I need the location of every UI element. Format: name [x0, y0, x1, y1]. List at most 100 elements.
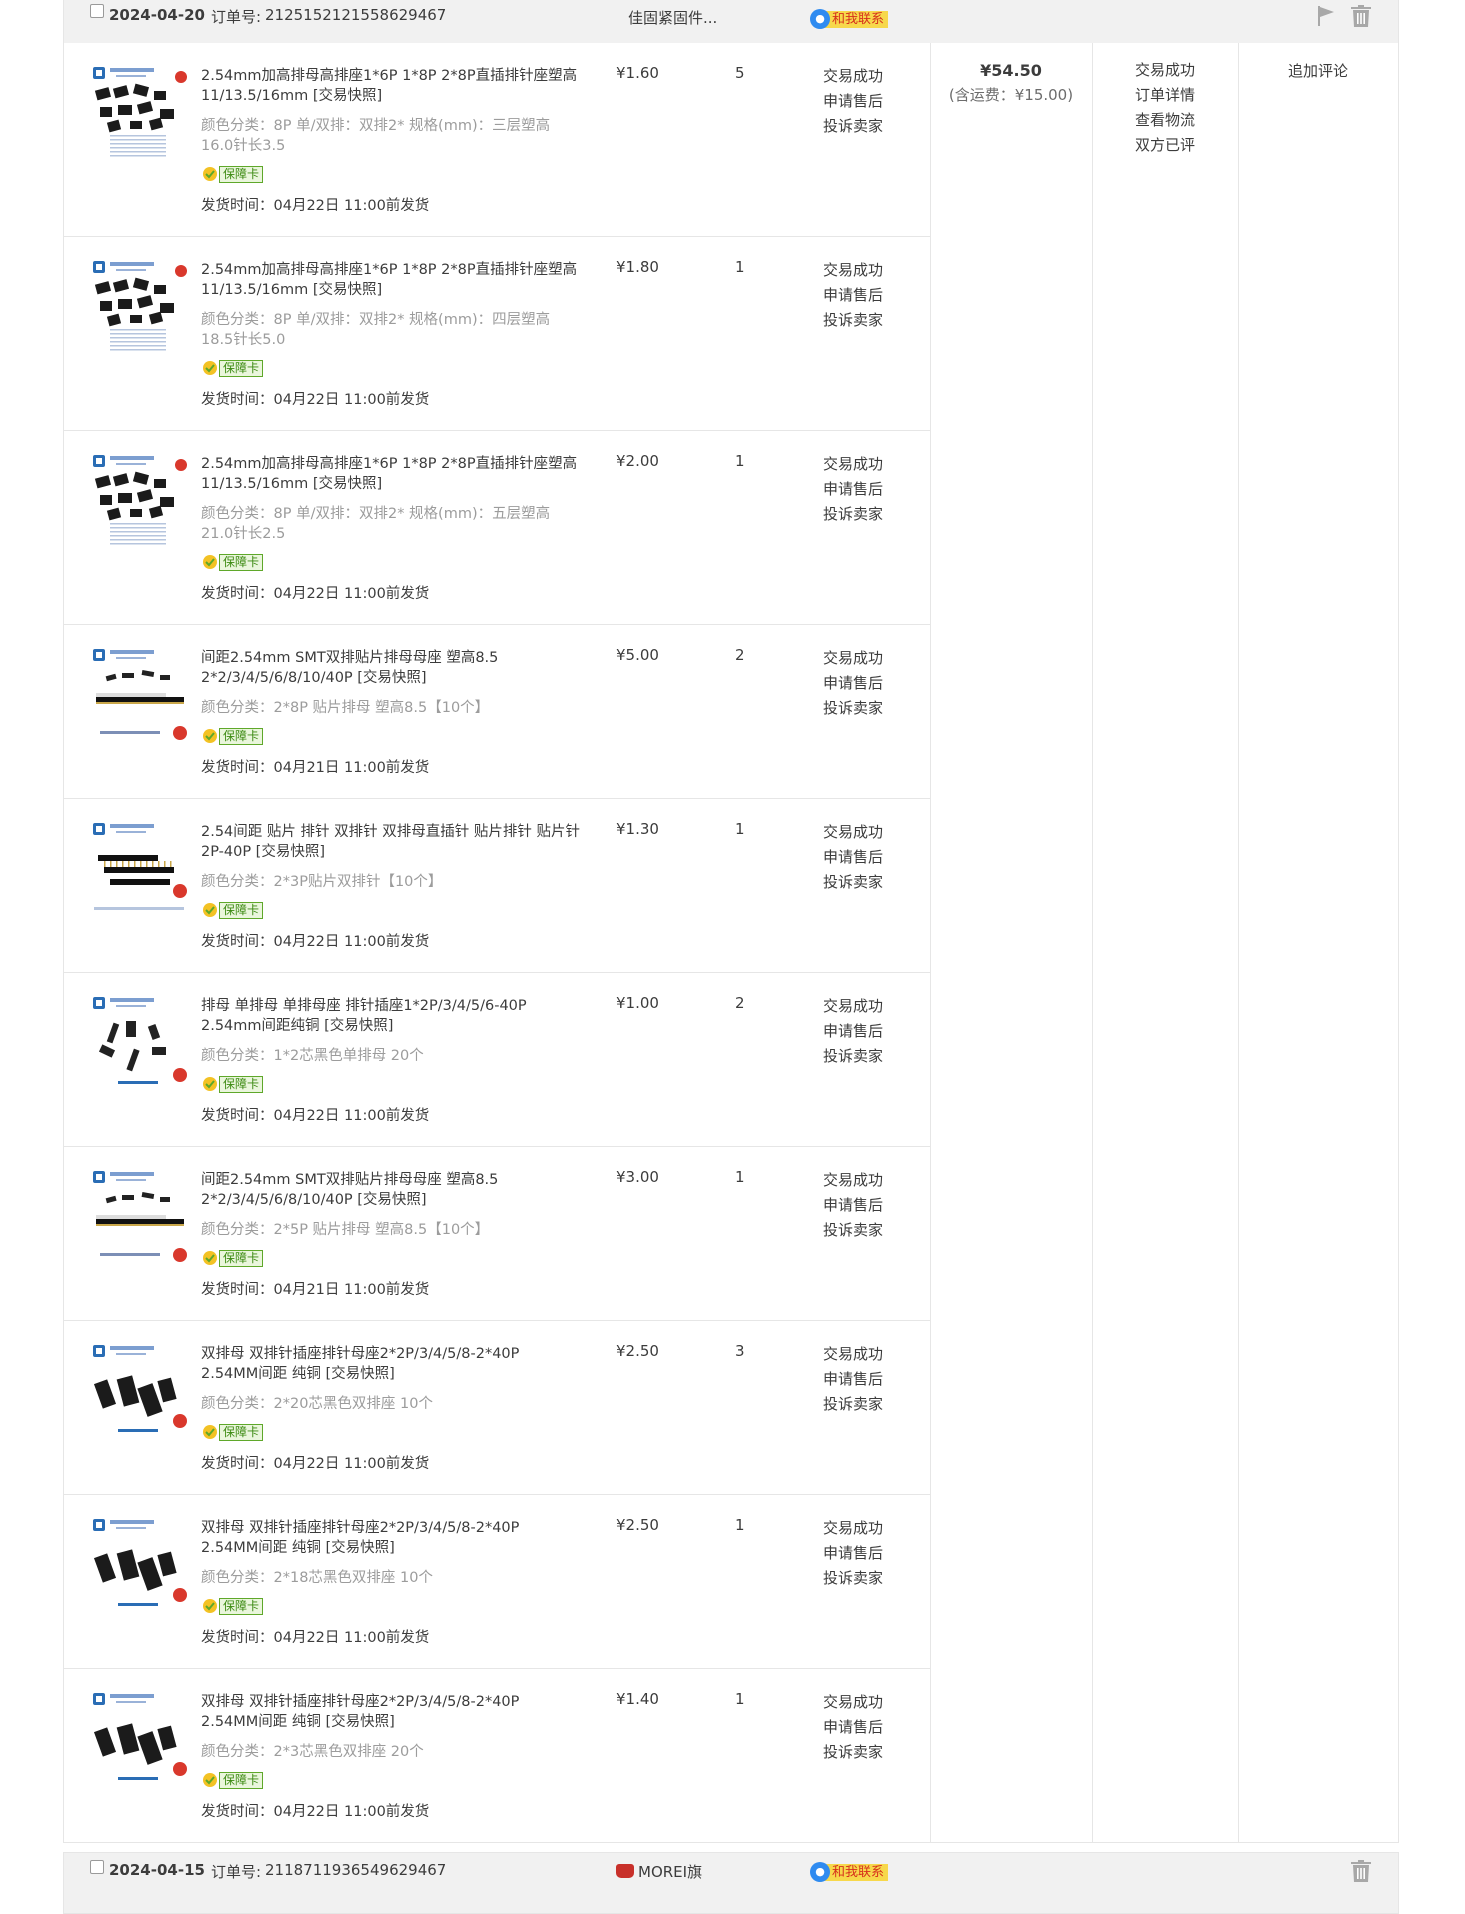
complain-seller-link[interactable]: 投诉卖家 [823, 696, 883, 721]
complain-seller-link[interactable]: 投诉卖家 [823, 870, 883, 895]
shield-badge-icon [203, 167, 217, 181]
guarantee-card-badge[interactable]: 保障卡 [201, 1424, 264, 1441]
product-title-link[interactable]: 间距2.54mm SMT双排贴片排母母座 塑高8.5 2*2/3/4/5/6/8… [201, 648, 581, 688]
product-thumbnail[interactable] [90, 1515, 188, 1613]
order-number: 2125152121558629467 [265, 6, 447, 24]
complain-seller-link[interactable]: 投诉卖家 [823, 1218, 883, 1243]
flag-icon[interactable] [1316, 5, 1336, 27]
order-item-row: 2.54mm加高排母高排座1*6P 1*8P 2*8P直插排针座塑高11/13.… [64, 237, 930, 431]
view-logistics-link[interactable]: 查看物流 [1092, 108, 1238, 133]
complain-seller-link[interactable]: 投诉卖家 [823, 1044, 883, 1069]
order-select-checkbox[interactable] [90, 1860, 104, 1874]
add-review-link[interactable]: 追加评论 [1238, 60, 1398, 81]
product-sku-text: 颜色分类：2*3P贴片双排针【10个】 [201, 874, 443, 890]
apply-after-sale-link[interactable]: 申请售后 [823, 1367, 883, 1392]
guarantee-card-label: 保障卡 [219, 1598, 264, 1615]
complain-seller-link[interactable]: 投诉卖家 [823, 1740, 883, 1765]
product-thumbnail[interactable] [90, 1689, 188, 1787]
apply-after-sale-link[interactable]: 申请售后 [823, 1541, 883, 1566]
product-thumbnail[interactable] [90, 257, 188, 355]
product-thumbnail[interactable] [90, 993, 188, 1091]
item-quantity: 3 [735, 1342, 745, 1360]
item-quantity: 5 [735, 64, 745, 82]
complain-seller-link[interactable]: 投诉卖家 [823, 308, 883, 333]
guarantee-card-label: 保障卡 [219, 1250, 264, 1267]
guarantee-card-badge[interactable]: 保障卡 [201, 166, 264, 183]
complain-seller-link[interactable]: 投诉卖家 [823, 1566, 883, 1591]
product-sku-text: 颜色分类：2*3芯黑色双排座 20个 [201, 1744, 424, 1760]
column-divider [1238, 43, 1239, 1842]
order-card: 2024-04-20 订单号: 2125152121558629467 佳固紧固… [63, 0, 1399, 1843]
product-title-link[interactable]: 双排母 双排针插座排针母座2*2P/3/4/5/8-2*40P 2.54MM间距… [201, 1518, 581, 1558]
ship-time-text: 发货时间：04月22日 11:00前发货 [201, 1108, 430, 1124]
product-title-link[interactable]: 排母 单排母 单排母座 排针插座1*2P/3/4/5/6-40P 2.54mm间… [201, 996, 581, 1036]
order-number-label: 订单号: [211, 1863, 262, 1881]
product-thumbnail[interactable] [90, 451, 188, 549]
apply-after-sale-link[interactable]: 申请售后 [823, 1193, 883, 1218]
complain-seller-link[interactable]: 投诉卖家 [823, 1392, 883, 1417]
trash-icon[interactable] [1350, 1860, 1372, 1882]
guarantee-card-badge[interactable]: 保障卡 [201, 1772, 264, 1789]
product-sku-text: 颜色分类：2*18芯黑色双排座 10个 [201, 1570, 433, 1586]
product-thumbnail-image [93, 455, 187, 545]
shop-name-link[interactable]: 佳固紧固件... [628, 7, 717, 28]
guarantee-card-badge[interactable]: 保障卡 [201, 554, 264, 571]
product-thumbnail-image [93, 1171, 187, 1262]
guarantee-card-badge[interactable]: 保障卡 [201, 360, 264, 377]
item-price: ¥3.00 [616, 1168, 659, 1186]
item-operations: 交易成功 申请售后 投诉卖家 [823, 820, 883, 895]
item-quantity: 1 [735, 1690, 745, 1708]
shield-badge-icon [203, 729, 217, 743]
item-operations: 交易成功申请售后 投诉卖家 [823, 646, 883, 721]
product-sku-text: 颜色分类：2*8P 贴片排母 塑高8.5【10个】 [201, 700, 490, 716]
apply-after-sale-link[interactable]: 申请售后 [823, 845, 883, 870]
apply-after-sale-link[interactable]: 申请售后 [823, 1715, 883, 1740]
product-title-link[interactable]: 双排母 双排针插座排针母座2*2P/3/4/5/8-2*40P 2.54MM间距… [201, 1692, 581, 1732]
item-price: ¥2.50 [616, 1342, 659, 1360]
complain-seller-link[interactable]: 投诉卖家 [823, 114, 883, 139]
guarantee-card-badge[interactable]: 保障卡 [201, 1250, 264, 1267]
order-item-row: 2.54mm加高排母高排座1*6P 1*8P 2*8P直插排针座塑高11/13.… [64, 43, 930, 237]
product-title-link[interactable]: 2.54mm加高排母高排座1*6P 1*8P 2*8P直插排针座塑高11/13.… [201, 454, 581, 494]
ship-time-text: 发货时间：04月22日 11:00前发货 [201, 934, 430, 950]
complain-seller-link[interactable]: 投诉卖家 [823, 502, 883, 527]
guarantee-card-badge[interactable]: 保障卡 [201, 1598, 264, 1615]
apply-after-sale-link[interactable]: 申请售后 [823, 477, 883, 502]
order-detail-link[interactable]: 订单详情 [1092, 83, 1238, 108]
order-total: ¥54.50 (含运费：¥15.00) [930, 61, 1092, 105]
product-thumbnail[interactable] [90, 819, 188, 917]
product-title-link[interactable]: 间距2.54mm SMT双排贴片排母母座 塑高8.5 2*2/3/4/5/6/8… [201, 1170, 581, 1210]
apply-after-sale-link[interactable]: 申请售后 [823, 1019, 883, 1044]
product-thumbnail-image [93, 67, 187, 157]
product-sku-text: 颜色分类：2*20芯黑色双排座 10个 [201, 1396, 433, 1412]
item-status-text: 交易成功 [823, 455, 884, 473]
product-title-link[interactable]: 2.54mm加高排母高排座1*6P 1*8P 2*8P直插排针座塑高11/13.… [201, 260, 581, 300]
ship-time-text: 发货时间：04月22日 11:00前发货 [201, 1456, 430, 1472]
apply-after-sale-link[interactable]: 申请售后 [823, 283, 883, 308]
guarantee-card-badge[interactable]: 保障卡 [201, 1076, 264, 1093]
order-item-row: 双排母 双排针插座排针母座2*2P/3/4/5/8-2*40P 2.54MM间距… [64, 1321, 930, 1495]
order-total-amount: ¥54.50 [980, 61, 1042, 80]
order-status-text: 交易成功 [1134, 61, 1195, 79]
item-status-text: 交易成功 [823, 1693, 884, 1711]
apply-after-sale-link[interactable]: 申请售后 [823, 89, 883, 114]
item-operations: 交易成功申请售后 投诉卖家 [823, 1690, 883, 1765]
order-select-checkbox[interactable] [90, 4, 104, 18]
shop-name-link[interactable]: MOREI旗 [616, 1861, 702, 1882]
product-title-link[interactable]: 双排母 双排针插座排针母座2*2P/3/4/5/8-2*40P 2.54MM间距… [201, 1344, 581, 1384]
item-status-text: 交易成功 [823, 649, 884, 667]
product-thumbnail[interactable] [90, 1341, 188, 1439]
product-thumbnail[interactable] [90, 1167, 188, 1265]
shield-badge-icon [203, 1077, 217, 1091]
guarantee-card-badge[interactable]: 保障卡 [201, 902, 264, 919]
apply-after-sale-link[interactable]: 申请售后 [823, 671, 883, 696]
item-status-text: 交易成功 [823, 997, 884, 1015]
guarantee-card-badge[interactable]: 保障卡 [201, 728, 264, 745]
trash-icon[interactable] [1350, 5, 1372, 27]
product-sku-text: 颜色分类：1*2芯黑色单排母 20个 [201, 1048, 424, 1064]
both-reviewed-link[interactable]: 双方已评 [1092, 133, 1238, 158]
product-title-link[interactable]: 2.54mm加高排母高排座1*6P 1*8P 2*8P直插排针座塑高11/13.… [201, 66, 581, 106]
product-thumbnail[interactable] [90, 645, 188, 743]
product-title-link[interactable]: 2.54间距 贴片 排针 双排针 双排母直插针 贴片排针 贴片针2P-40P [… [201, 822, 581, 862]
product-thumbnail[interactable] [90, 63, 188, 161]
